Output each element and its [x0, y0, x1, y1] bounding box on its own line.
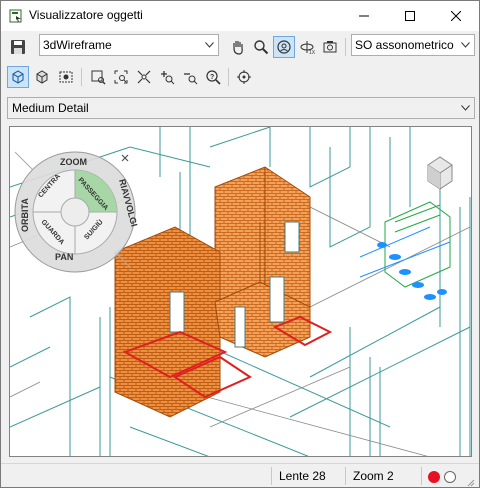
zoom-button[interactable]	[250, 36, 272, 58]
close-button[interactable]	[433, 1, 479, 31]
zoom-extents-button[interactable]	[110, 66, 132, 88]
save-button[interactable]	[7, 36, 29, 58]
zoom-extents-icon	[114, 70, 128, 84]
target-button[interactable]	[233, 66, 255, 88]
camera-icon	[323, 41, 337, 53]
zoom-out-button[interactable]	[179, 66, 201, 88]
wheel-pan-label: PAN	[55, 252, 73, 262]
capture-button[interactable]	[55, 66, 77, 88]
window-title: Visualizzatore oggetti	[29, 8, 143, 22]
minimize-button[interactable]	[341, 1, 387, 31]
target-icon	[237, 70, 251, 84]
box-solid-button[interactable]	[31, 66, 53, 88]
toolbar-separator	[345, 38, 346, 56]
pan-hand-icon	[233, 41, 243, 55]
app-icon	[9, 9, 23, 23]
status-separator	[345, 467, 346, 485]
zoom-in-button[interactable]	[156, 66, 178, 88]
view-cube-button[interactable]	[7, 66, 29, 88]
visual-style-select[interactable]: 3dWireframe	[39, 34, 219, 56]
minimize-icon	[359, 15, 369, 17]
pan-button[interactable]	[227, 36, 249, 58]
view-preset-select[interactable]: SO assonometrico	[351, 34, 475, 56]
svg-text:?: ?	[210, 74, 214, 81]
detail-level-select[interactable]: Medium Detail	[7, 97, 475, 119]
object-viewer-window: Visualizzatore oggetti 3dWireframe 1X SO…	[0, 0, 480, 488]
svg-text:1X: 1X	[309, 50, 315, 55]
visual-style-value: 3dWireframe	[43, 38, 112, 52]
orbit-icon	[277, 40, 291, 54]
lens-status: Lente 28	[279, 469, 326, 483]
white-status-indicator[interactable]	[444, 471, 456, 483]
zoom-status: Zoom 2	[353, 469, 394, 483]
capture-icon	[59, 71, 73, 83]
view-preset-value: SO assonometrico	[355, 38, 454, 52]
status-separator	[421, 467, 422, 485]
chevron-down-icon	[203, 35, 215, 55]
zoom-all-icon	[137, 70, 151, 84]
orbit-extended-icon: 1X	[300, 41, 315, 55]
zoom-window-icon	[91, 70, 106, 85]
zoom-in-icon	[161, 71, 175, 85]
zoom-icon	[254, 40, 269, 55]
3d-viewport[interactable]: ZOOM PAN ORBITA RIAVVOLGI CENTRA PASSEGG…	[9, 126, 472, 457]
camera-button[interactable]	[319, 36, 341, 58]
view-cube	[427, 156, 453, 190]
zoom-prev-icon: ?	[206, 70, 221, 85]
close-icon	[451, 11, 461, 21]
toolbar-separator	[81, 68, 82, 86]
maximize-button[interactable]	[387, 1, 433, 31]
zoom-all-button[interactable]	[133, 66, 155, 88]
view-cube-icon	[12, 70, 24, 84]
chevron-down-icon	[461, 98, 470, 118]
red-status-indicator[interactable]	[428, 471, 440, 483]
zoom-window-button[interactable]	[87, 66, 109, 88]
chevron-down-icon	[459, 35, 471, 55]
status-bar: Lente 28 Zoom 2	[1, 463, 479, 487]
wheel-zoom-label: ZOOM	[60, 157, 87, 167]
orbit-button[interactable]	[273, 36, 295, 58]
box-solid-icon	[36, 70, 48, 84]
toolbar-top: 3dWireframe 1X SO assonometrico	[1, 34, 479, 60]
zoom-out-icon	[184, 73, 198, 85]
wheel-orbita-label: ORBITA	[20, 198, 30, 232]
resize-grip-icon[interactable]	[465, 476, 475, 488]
close-icon	[121, 154, 129, 162]
toolbar-bottom: ?	[1, 64, 479, 90]
title-bar: Visualizzatore oggetti	[1, 1, 479, 31]
maximize-icon	[405, 11, 415, 21]
save-icon	[11, 40, 25, 54]
toolbar-separator	[228, 68, 229, 86]
zoom-prev-button[interactable]: ?	[202, 66, 224, 88]
detail-level-value: Medium Detail	[12, 101, 89, 115]
building-model-render: ZOOM PAN ORBITA RIAVVOLGI CENTRA PASSEGG…	[10, 127, 471, 456]
orbit-extended-button[interactable]: 1X	[296, 36, 318, 58]
status-separator	[271, 467, 272, 485]
